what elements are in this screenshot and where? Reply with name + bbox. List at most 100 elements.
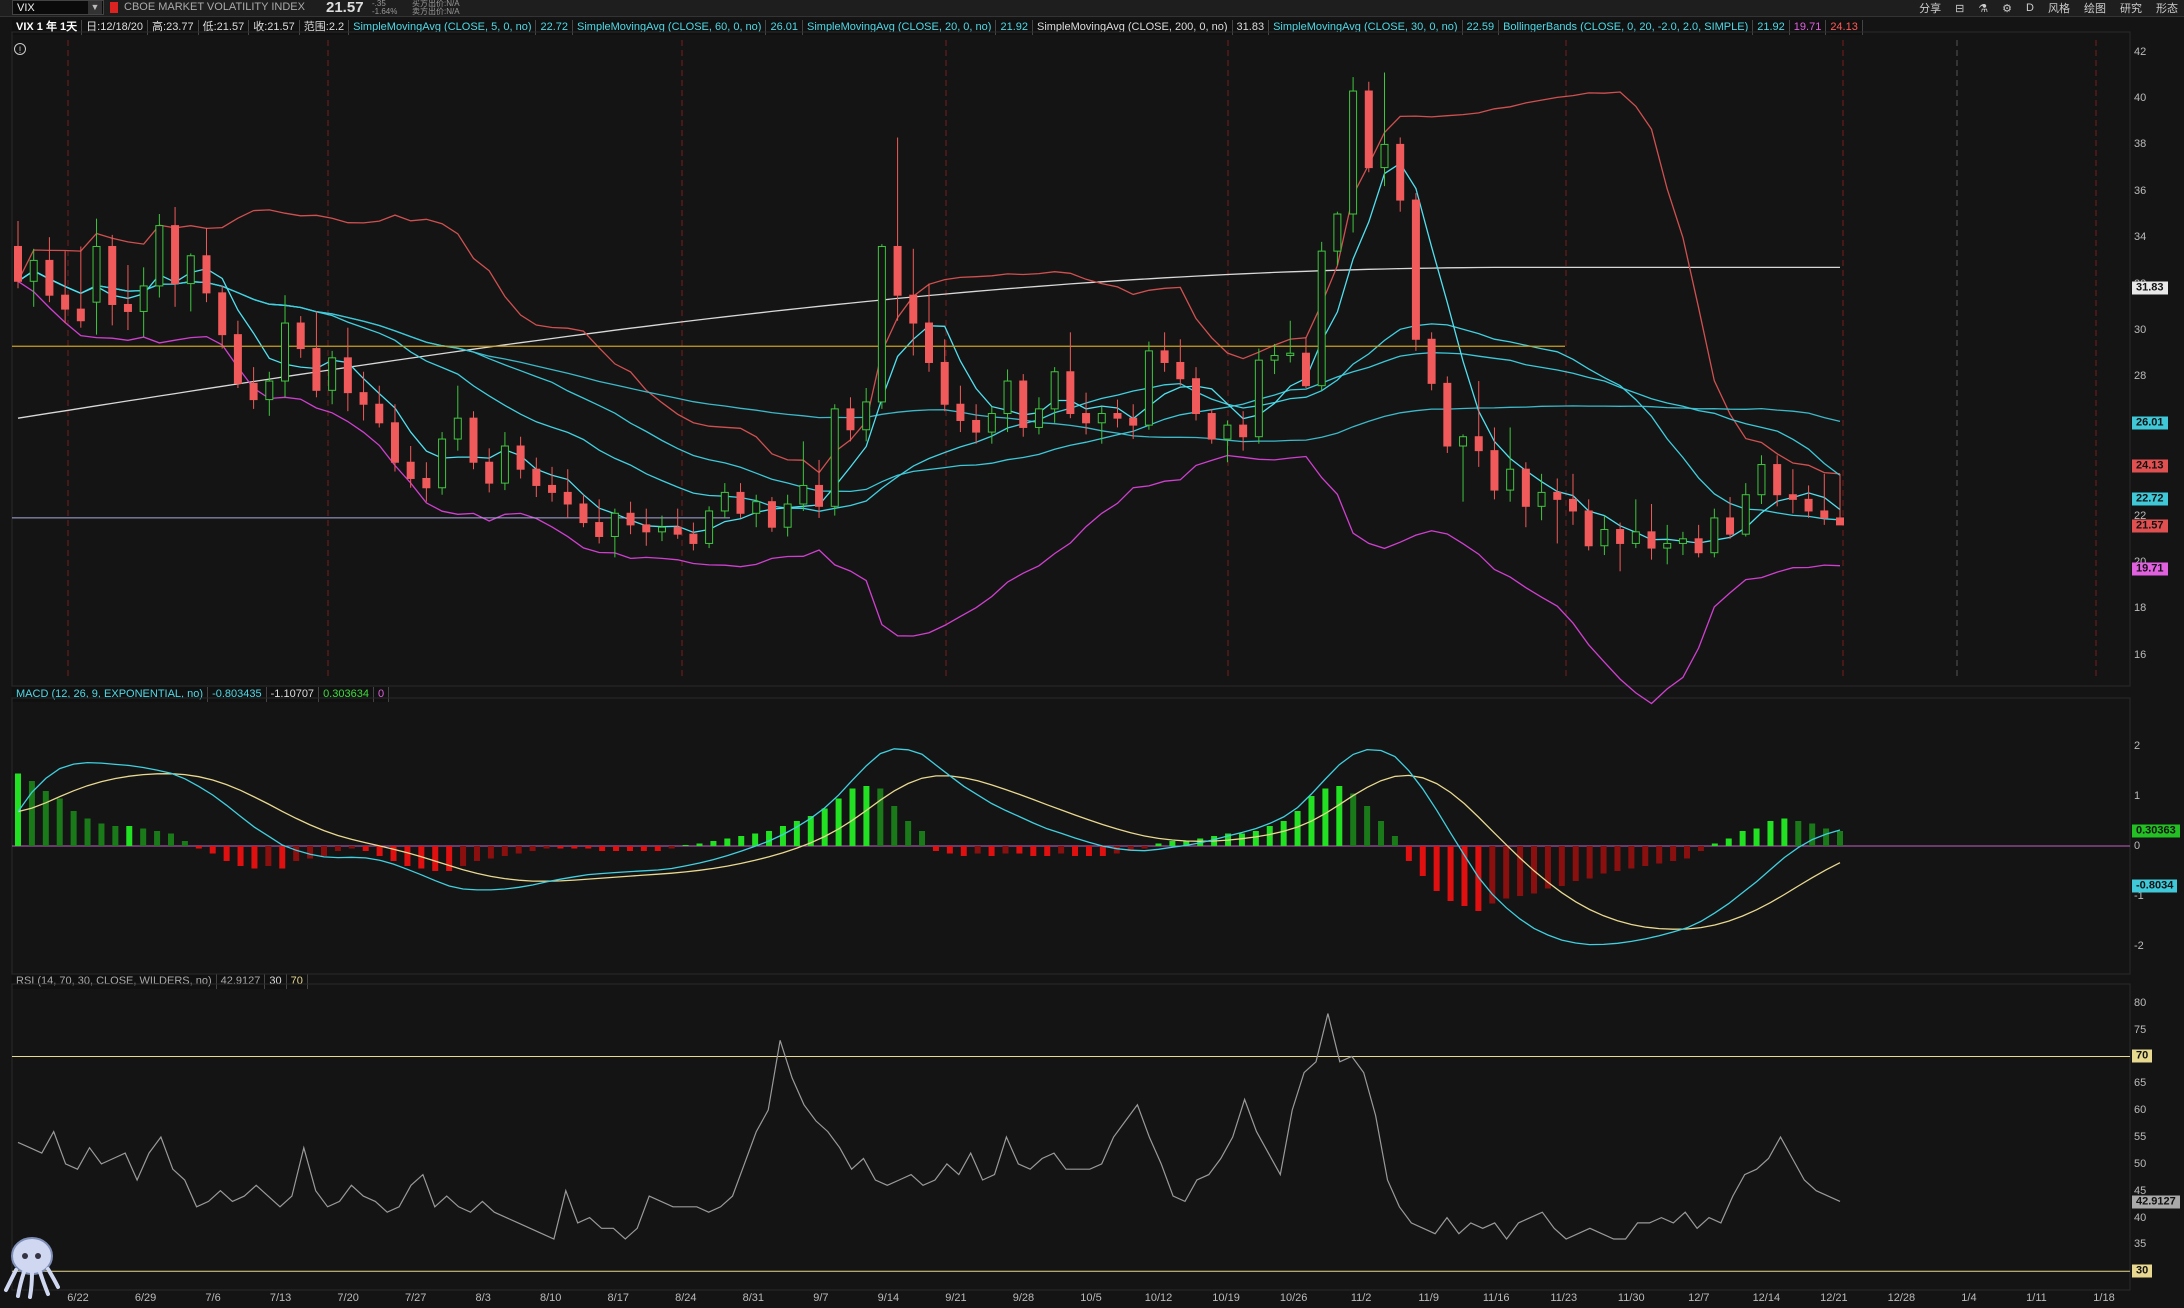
candle-body — [1490, 450, 1499, 491]
candle-body — [1113, 413, 1122, 419]
time-axis: 6/22 6/29 7/6 7/13 7/20 7/27 8/3 8/10 8/17 8/24 8/… — [0, 1290, 2140, 1308]
candle-body — [1254, 359, 1263, 438]
macd-histogram-bar — [1684, 846, 1691, 859]
macd-histogram-bar — [863, 786, 870, 846]
macd-histogram-bar — [1280, 821, 1287, 846]
price-axis-tick: 38 — [2134, 138, 2147, 151]
price-axis-tick: 40 — [2134, 92, 2147, 104]
candle-body — [139, 285, 148, 312]
candle-body — [61, 294, 70, 310]
macd-histogram-bar — [167, 833, 174, 846]
macd-histogram-bar — [237, 846, 244, 866]
candle-body — [705, 510, 714, 544]
macd-histogram-bar — [821, 808, 828, 846]
candle-body — [406, 461, 415, 479]
time-axis-tick: 7/27 — [404, 1292, 427, 1304]
rsi-axis-tick: 55 — [2134, 1131, 2147, 1143]
candle-body — [610, 512, 619, 537]
candle-body — [1678, 538, 1687, 544]
rsi-panel-frame — [11, 983, 2131, 1291]
macd-histogram-bar — [1391, 836, 1398, 846]
candle-body — [108, 245, 117, 305]
macd-histogram-bar — [1044, 846, 1051, 856]
candle-body — [1820, 510, 1829, 519]
rsi-axis-tick: 80 — [2134, 996, 2147, 1009]
macd-histogram-bar — [487, 846, 494, 859]
macd-histogram-bar — [1503, 846, 1510, 899]
candle-body — [469, 417, 478, 463]
candle-body — [1097, 413, 1106, 424]
candle-body — [500, 445, 509, 484]
macd-histogram-bar — [515, 846, 522, 854]
macd-histogram-bar — [529, 846, 536, 851]
macd-histogram-bar — [265, 846, 272, 866]
candle-body — [736, 491, 745, 514]
macd-histogram-bar — [1419, 846, 1426, 876]
macd-histogram-bar — [1405, 846, 1412, 861]
macd-histogram-bar — [891, 806, 898, 846]
candle-body — [1333, 213, 1342, 252]
macd-histogram-bar — [988, 846, 995, 856]
rsi-axis-tick: 65 — [2134, 1077, 2147, 1090]
macd-histogram-bar — [1711, 843, 1718, 846]
macd-axis-tick: 1 — [2134, 790, 2141, 802]
time-axis-tick: 11/16 — [1482, 1292, 1510, 1304]
time-axis-tick: 7/6 — [205, 1292, 221, 1304]
macd-axis-tick: -2 — [2134, 940, 2144, 952]
candle-body — [1427, 338, 1436, 384]
candle-body — [1836, 517, 1844, 526]
time-axis-tick: 10/12 — [1144, 1292, 1173, 1304]
candle-body — [1553, 491, 1562, 500]
candle-body — [799, 484, 808, 505]
macd-histogram-bar — [320, 846, 327, 856]
candle-body — [862, 401, 871, 431]
macd-histogram-bar — [1294, 811, 1301, 846]
macd-histogram-bar — [571, 846, 578, 849]
macd-histogram-bar — [84, 818, 91, 846]
macd-histogram-bar — [752, 833, 759, 846]
macd-histogram-bar — [1266, 826, 1273, 846]
candle-body — [438, 438, 447, 489]
time-axis-tick: 9/7 — [813, 1292, 829, 1304]
chart-canvas[interactable] — [0, 0, 2184, 1308]
candle-body — [1207, 413, 1216, 440]
price-tag: 22.72 — [2132, 492, 2168, 506]
candle-body — [1584, 510, 1593, 547]
macd-histogram-bar — [154, 831, 161, 846]
macd-histogram-bar — [1155, 843, 1162, 846]
candle-body — [1804, 498, 1813, 512]
time-axis-tick: 9/21 — [945, 1292, 967, 1304]
time-axis-tick: 11/30 — [1617, 1292, 1645, 1304]
candle-body — [171, 225, 180, 285]
candle-body — [1364, 90, 1373, 169]
candle-body — [1773, 464, 1782, 496]
macd-histogram-bar — [1447, 846, 1454, 901]
candle-body — [846, 408, 855, 431]
time-axis-tick: 10/19 — [1212, 1292, 1240, 1304]
price-axis-tick: 42 — [2134, 45, 2147, 58]
candle-body — [767, 501, 776, 528]
candle-body — [312, 348, 321, 391]
candle-body — [1647, 531, 1656, 549]
candle-body — [1034, 408, 1043, 428]
macd-histogram-bar — [1099, 846, 1106, 856]
macd-histogram-bar — [1697, 846, 1704, 851]
candle-body — [720, 491, 729, 512]
macd-histogram-bar — [1016, 846, 1023, 854]
candle-body — [359, 392, 368, 405]
candle-body — [1223, 424, 1232, 440]
candle-body — [1129, 417, 1138, 426]
candle-body — [1537, 491, 1546, 507]
candle-body — [925, 322, 933, 363]
macd-histogram-bar — [1656, 846, 1663, 864]
candle-body — [375, 403, 384, 424]
macd-histogram-bar — [112, 826, 119, 846]
macd-histogram-bar — [307, 846, 314, 859]
candle-body — [595, 522, 604, 537]
macd-histogram-bar — [348, 846, 355, 849]
candle-body — [186, 255, 195, 285]
macd-histogram-bar — [543, 846, 550, 849]
macd-histogram-bar — [835, 798, 842, 846]
macd-histogram-bar — [1433, 846, 1440, 891]
macd-histogram-bar — [473, 846, 480, 861]
